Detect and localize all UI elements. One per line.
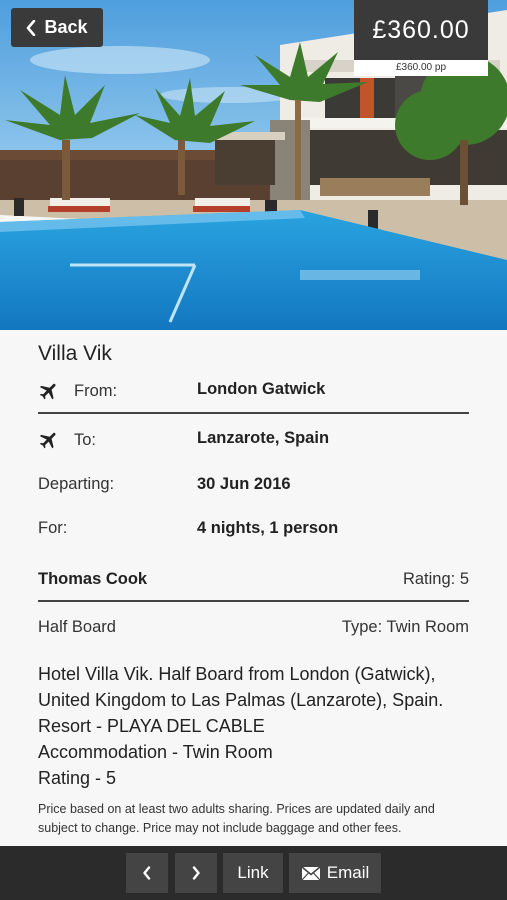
for-value: 4 nights, 1 person (197, 519, 339, 537)
departing-label: Departing: (38, 475, 115, 493)
airplane-icon (39, 383, 56, 400)
divider (38, 412, 469, 414)
for-label: For: (38, 519, 68, 537)
divider (38, 600, 469, 602)
holiday-details: Villa Vik From: London Gatwick To: Lanza… (0, 330, 507, 846)
tour-operator: Thomas Cook (38, 570, 148, 588)
room-type: Type: Twin Room (341, 618, 469, 636)
airplane-icon (39, 432, 56, 449)
link-label: Link (237, 863, 269, 882)
departing-row: Departing: 30 Jun 2016 (38, 475, 469, 497)
next-button[interactable] (175, 853, 217, 893)
back-label: Back (44, 17, 88, 37)
description-line: United Kingdom to Las Palmas (Lanzarote)… (38, 690, 444, 710)
description-line: Hotel Villa Vik. Half Board from London … (38, 664, 436, 684)
previous-button[interactable] (126, 853, 168, 893)
chevron-left-icon (143, 866, 151, 880)
chevron-right-icon (192, 866, 200, 880)
back-button[interactable]: Back (11, 8, 103, 47)
from-row: From: London Gatwick (38, 380, 469, 402)
email-button[interactable]: Email (289, 853, 381, 893)
chevron-left-icon (27, 19, 36, 36)
price-disclaimer: Price based on at least two adults shari… (38, 800, 478, 838)
rating: Rating: 5 (402, 570, 469, 588)
email-label: Email (326, 863, 370, 882)
hotel-description: Hotel Villa Vik. Half Board from London … (38, 661, 478, 791)
duration-row: For: 4 nights, 1 person (38, 519, 469, 541)
disclaimer-line: subject to change. Price may not include… (38, 821, 402, 835)
from-value: London Gatwick (197, 380, 326, 398)
total-price: £360.00 (354, 0, 488, 60)
hotel-photo: Back £360.00 £360.00 pp (0, 0, 507, 330)
hotel-name: Villa Vik (38, 342, 112, 365)
to-label: To: (74, 430, 97, 449)
board-type: Half Board (38, 618, 116, 636)
disclaimer-line: Price based on at least two adults shari… (38, 802, 435, 816)
description-line: Accommodation - Twin Room (38, 742, 273, 762)
link-button[interactable]: Link (223, 853, 283, 893)
description-line: Rating - 5 (38, 768, 117, 788)
description-line: Resort - PLAYA DEL CABLE (38, 716, 265, 736)
departing-value: 30 Jun 2016 (197, 475, 291, 493)
price-box: £360.00 £360.00 pp (354, 0, 488, 77)
envelope-icon (301, 865, 321, 880)
to-value: Lanzarote, Spain (197, 429, 330, 447)
price-per-person: £360.00 pp (354, 60, 488, 76)
to-row: To: Lanzarote, Spain (38, 429, 469, 451)
bottom-toolbar: Link Email (0, 846, 507, 900)
from-label: From: (74, 381, 118, 400)
